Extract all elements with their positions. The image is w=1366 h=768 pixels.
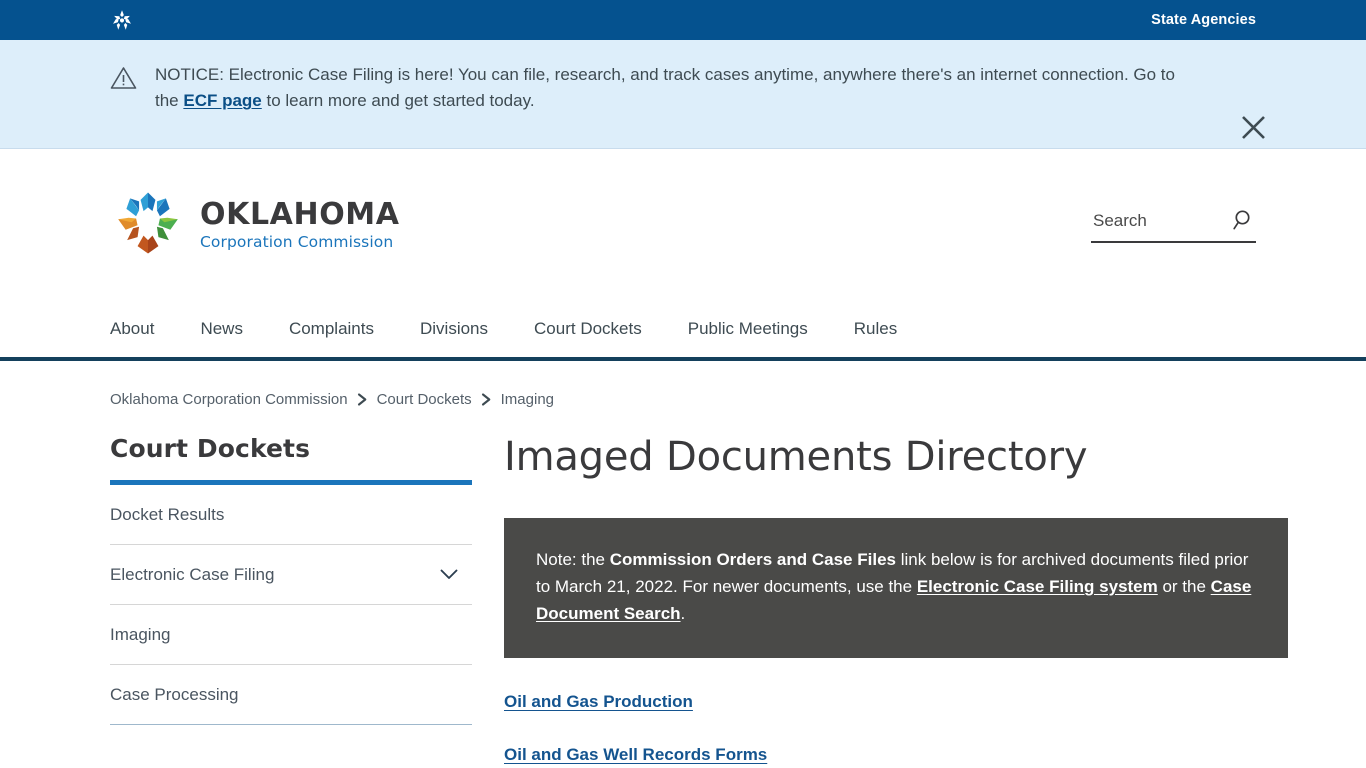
link-oil-and-gas-well-records-forms[interactable]: Oil and Gas Well Records Forms — [504, 745, 767, 765]
breadcrumb-item-court-dockets[interactable]: Court Dockets — [377, 391, 472, 408]
notice-banner: NOTICE: Electronic Case Filing is here! … — [0, 40, 1366, 149]
search-box — [1091, 208, 1256, 243]
nav-item-court-dockets[interactable]: Court Dockets — [534, 319, 642, 339]
nav-item-rules[interactable]: Rules — [854, 319, 897, 339]
oklahoma-corporation-commission-logo — [110, 188, 186, 263]
chevron-right-icon — [357, 393, 368, 406]
sidebar-item-docket-results[interactable]: Docket Results — [110, 485, 472, 545]
sidebar-item-imaging[interactable]: Imaging — [110, 605, 472, 665]
breadcrumb: Oklahoma Corporation Commission Court Do… — [0, 361, 1366, 408]
search-input[interactable] — [1091, 210, 1211, 232]
breadcrumb-item-home[interactable]: Oklahoma Corporation Commission — [110, 391, 348, 408]
logo-primary-text: OKLAHOMA — [200, 196, 400, 232]
notice-text: NOTICE: Electronic Case Filing is here! … — [155, 62, 1175, 115]
sidebar-item-label: Electronic Case Filing — [110, 564, 275, 584]
nav-item-about[interactable]: About — [110, 319, 154, 339]
nav-item-news[interactable]: News — [200, 319, 243, 339]
link-oil-and-gas-production[interactable]: Oil and Gas Production — [504, 692, 693, 712]
sidebar-item-label: Docket Results — [110, 504, 225, 524]
logo-secondary-text: Corporation Commission — [200, 232, 394, 251]
state-bar: State Agencies — [0, 0, 1366, 40]
main-content: Imaged Documents Directory Note: the Com… — [472, 434, 1288, 768]
chevron-down-icon[interactable] — [440, 569, 458, 580]
note-segment-4: . — [680, 604, 686, 624]
breadcrumb-item-imaging: Imaging — [500, 391, 555, 408]
electronic-case-filing-system-link[interactable]: Electronic Case Filing system — [917, 577, 1158, 596]
nav-item-divisions[interactable]: Divisions — [420, 319, 488, 339]
sidebar: Court Dockets Docket Results Electronic … — [110, 434, 472, 768]
ecf-page-link[interactable]: ECF page — [183, 91, 261, 110]
state-agencies-link[interactable]: State Agencies — [1151, 12, 1256, 28]
chevron-right-icon — [481, 393, 492, 406]
archive-note-box: Note: the Commission Orders and Case Fil… — [504, 518, 1288, 658]
masthead: OKLAHOMA Corporation Commission — [0, 149, 1366, 301]
search-icon — [1232, 208, 1256, 235]
note-bold-commission-orders: Commission Orders and Case Files — [609, 550, 896, 569]
sidebar-item-label: Imaging — [110, 624, 171, 644]
search-button[interactable] — [1232, 208, 1256, 235]
sidebar-item-case-processing[interactable]: Case Processing — [110, 665, 472, 725]
page-body: Court Dockets Docket Results Electronic … — [0, 434, 1366, 768]
document-links-list: Oil and Gas Production Oil and Gas Well … — [504, 692, 1280, 768]
nav-item-public-meetings[interactable]: Public Meetings — [688, 319, 808, 339]
nav-item-complaints[interactable]: Complaints — [289, 319, 374, 339]
note-segment-1: Note: the — [536, 550, 610, 569]
note-segment-3: or the — [1157, 577, 1211, 597]
oklahoma-state-seal-icon[interactable] — [110, 8, 134, 32]
warning-triangle-icon — [110, 66, 137, 95]
main-navigation: About News Complaints Divisions Court Do… — [0, 301, 1366, 361]
close-icon[interactable] — [1232, 106, 1274, 148]
sidebar-item-label: Case Processing — [110, 684, 239, 704]
notice-text-after: to learn more and get started today. — [261, 91, 535, 111]
site-logo[interactable]: OKLAHOMA Corporation Commission — [110, 188, 400, 263]
sidebar-title: Court Dockets — [110, 434, 311, 463]
sidebar-item-electronic-case-filing[interactable]: Electronic Case Filing — [110, 545, 472, 605]
page-title: Imaged Documents Directory — [504, 434, 1088, 480]
